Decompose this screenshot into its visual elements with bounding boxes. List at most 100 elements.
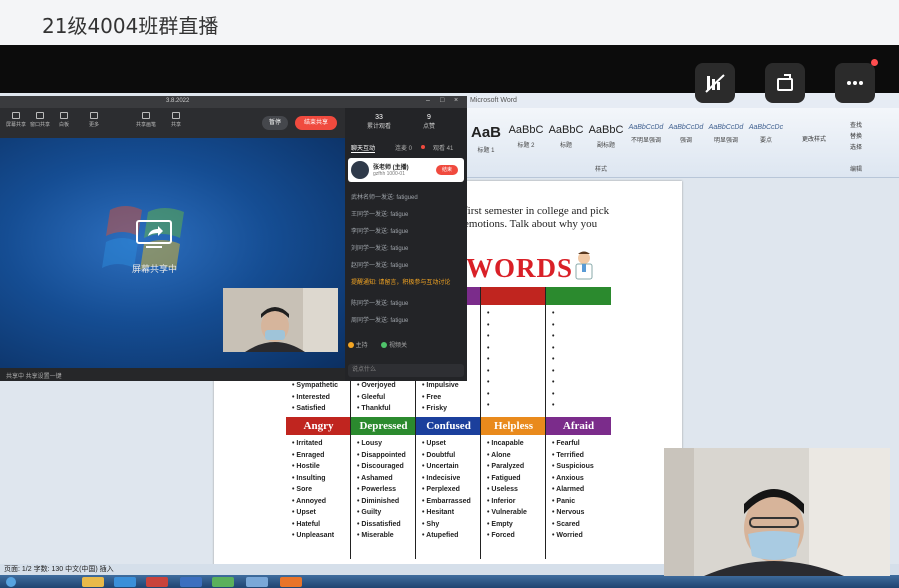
column-divider [545, 287, 546, 559]
style-name: 标题 2 [517, 143, 535, 149]
chat-message: 刘同学一发送: fatigue [351, 246, 409, 252]
share-tool-button[interactable]: 窗口共享 [28, 112, 52, 128]
end-share-button[interactable]: 结束共享 [295, 116, 337, 130]
media-task-icon[interactable] [280, 577, 302, 587]
share-tool-button[interactable]: 屏幕共享 [4, 112, 28, 128]
likes-stat: 9 点赞 [422, 114, 435, 130]
emotion-word: Irritated [292, 438, 351, 450]
rotate-screen-icon [777, 74, 793, 91]
pause-button[interactable]: 暂停 [262, 116, 288, 130]
emotion-header [546, 287, 611, 305]
share-screen-icon [136, 220, 172, 248]
share-toolbar: 屏幕共享 窗口共享 白板 更多 共享画笔 共享 暂停 结束共享 [0, 108, 345, 138]
more-button[interactable] [835, 63, 875, 103]
style-sample: AaBbC [508, 124, 544, 136]
explorer-task-icon[interactable] [246, 577, 268, 587]
chat-task-icon[interactable] [212, 577, 234, 587]
tool-label: 更多 [88, 122, 99, 128]
style-gallery-item[interactable]: AaBbCcDd 明显强调 [708, 124, 744, 154]
style-gallery-item[interactable]: AaBbC 标题 [548, 124, 584, 154]
style-gallery-item[interactable]: AaBbC 副标题 [588, 124, 624, 154]
chat-input[interactable]: 说点什么 [348, 364, 464, 377]
emotion-word: Alone [487, 450, 546, 462]
folder-icon[interactable] [82, 577, 104, 587]
emotion-word [487, 389, 546, 401]
mic-toggle-button[interactable] [695, 63, 735, 103]
emotion-header: Afraid [546, 417, 611, 435]
tab-chat[interactable]: 聊天互动 [351, 143, 376, 153]
emotion-word [552, 320, 611, 332]
camera-dot-icon [381, 342, 388, 349]
self-camera-feed[interactable] [664, 448, 890, 576]
emotion-word: Enraged [292, 450, 351, 462]
chat-bottom-controls: 主持 视频关 [348, 340, 407, 349]
share-tool-button[interactable]: 更多 [82, 112, 106, 128]
tab-mic[interactable]: 连麦 0 [395, 143, 412, 152]
word-task-icon[interactable] [180, 577, 202, 587]
rotate-screen-button[interactable] [765, 63, 805, 103]
select-button[interactable]: 选择 [850, 142, 862, 151]
emotion-word [487, 400, 546, 412]
share-tool-button[interactable]: 白板 [52, 112, 76, 128]
style-sample: AaBbCcDd [628, 124, 664, 131]
emotion-word: Interested [292, 392, 351, 404]
style-gallery-item[interactable]: AaBbC 标题 2 [508, 124, 544, 154]
emotion-word [487, 366, 546, 378]
change-styles-button[interactable]: 更改样式 [802, 134, 826, 143]
emotion-word [552, 400, 611, 412]
style-gallery-item[interactable]: AaBbCcDd 强调 [668, 124, 704, 154]
camera-toggle[interactable]: 视频关 [389, 343, 407, 349]
emotion-word: Doubtful [422, 450, 481, 462]
replace-button[interactable]: 替换 [850, 131, 862, 140]
emotion-word: Incapable [487, 438, 546, 450]
share-time: 3.8.2022 [166, 98, 190, 104]
find-button[interactable]: 查找 [850, 120, 862, 129]
emotion-column-partial: ImpulsiveFreeFrisky [416, 377, 481, 415]
emotion-word: Ashamed [357, 473, 416, 485]
emotion-word: Empty [487, 519, 546, 531]
tab-viewers[interactable]: 观看 41 [433, 143, 453, 152]
emotion-header: Depressed [351, 417, 416, 435]
emotion-word: Hostile [292, 461, 351, 473]
emotion-word: Upset [292, 507, 351, 519]
style-gallery-item[interactable]: AaBbCcDc 要点 [748, 124, 784, 154]
column-divider [480, 287, 481, 559]
emotion-word: Frisky [422, 403, 481, 415]
emotion-word [487, 320, 546, 332]
emotion-word: Diminished [357, 496, 416, 508]
style-name: 不明显强调 [630, 138, 661, 144]
screen-share-window: 3.8.2022 – □ × 屏幕共享 窗口共享 白板 更多 共享画笔 共享 暂停 结束共… [0, 96, 467, 381]
style-gallery-item[interactable]: AaBbCcDd 不明显强调 [628, 124, 664, 154]
tool-label: 共享画笔 [135, 122, 156, 128]
pinned-host-card: 张老师 (主播) gzfhh 1000-01 结束 [348, 158, 464, 182]
student-person-icon [664, 448, 890, 576]
chat-message: 陈同学一发送: fatigue [351, 301, 409, 307]
word-title: Microsoft Word [460, 93, 899, 108]
maximize-icon[interactable]: □ [440, 97, 444, 104]
emotion-word: Uncertain [422, 461, 481, 473]
close-icon[interactable]: × [454, 97, 458, 104]
emotion-word: Anxious [552, 473, 611, 485]
style-name: 副标题 [596, 143, 615, 149]
host-toggle[interactable]: 主持 [356, 343, 368, 349]
style-gallery-item[interactable]: AaB 标题 1 [468, 124, 504, 154]
emotion-word: Dissatisfied [357, 519, 416, 531]
start-icon[interactable] [6, 577, 16, 587]
emotion-column: Confused UpsetDoubtfulUncertainIndecisive… [416, 417, 481, 542]
tool-icon [90, 112, 98, 119]
style-sample: AaBbCcDd [668, 124, 704, 131]
minimize-icon[interactable]: – [426, 97, 430, 104]
end-live-button[interactable]: 结束 [436, 165, 458, 175]
tool-label: 窗口共享 [29, 122, 50, 128]
emotion-column: Helpless IncapableAloneParalyzedFatiguedU… [481, 417, 546, 542]
share-tool-button[interactable]: 共享 [164, 112, 188, 128]
ie-icon[interactable] [114, 577, 136, 587]
emotion-word: Terrified [552, 450, 611, 462]
edit-group-label: 编辑 [850, 167, 863, 173]
chat-message: 提醒通知: 请留言，积极参与互动讨论 [351, 280, 451, 286]
app-icon[interactable] [146, 577, 168, 587]
share-tool-button[interactable]: 共享画笔 [134, 112, 158, 128]
chat-panel: 33 累计观看 9 点赞 聊天互动 连麦 0 观看 41 张老师 (主播) gz… [345, 108, 467, 381]
tool-icon [60, 112, 68, 119]
tool-icon [12, 112, 20, 119]
